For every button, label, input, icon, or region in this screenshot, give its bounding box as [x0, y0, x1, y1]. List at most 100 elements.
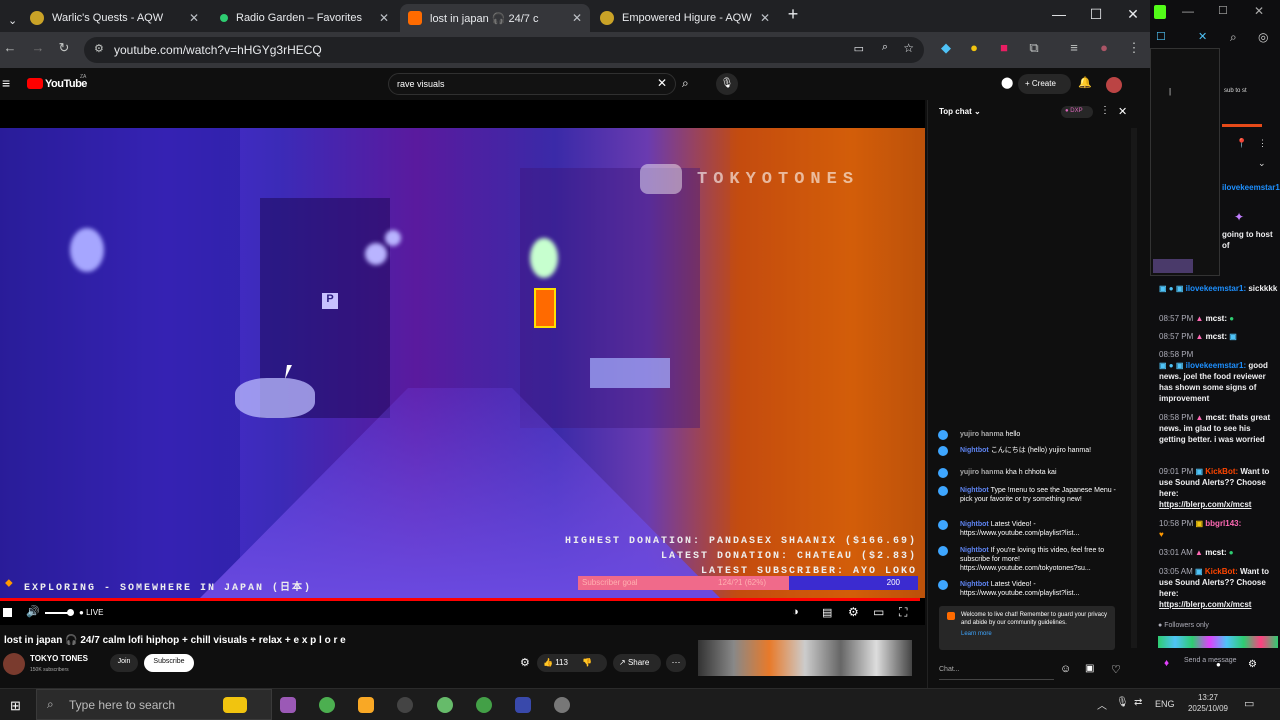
forward-icon[interactable]: →	[28, 40, 48, 55]
emote-bar[interactable]	[1158, 636, 1278, 648]
chrome-icon[interactable]	[319, 697, 335, 713]
chat-user[interactable]: KickBot:	[1205, 567, 1238, 576]
app-icon[interactable]	[515, 697, 531, 713]
send-message-input[interactable]: Send a message	[1184, 657, 1244, 665]
obs-icon[interactable]	[397, 697, 413, 713]
chrome-alt-icon[interactable]	[476, 697, 492, 713]
notifications-bell-icon[interactable]: 🔔	[1078, 76, 1092, 89]
thumbs-down-icon[interactable]: 👎	[582, 658, 592, 667]
window-icon[interactable]: ☐	[1156, 30, 1166, 43]
address-bar[interactable]: ⚙ youtube.com/watch?v=hHGYg3rHECQ ▭ ⌕ ☆	[84, 37, 924, 63]
chat-user[interactable]: KickBot:	[1205, 467, 1238, 476]
chat-author[interactable]: yujiro hanma	[960, 431, 1004, 438]
video-popout[interactable]: |	[1150, 48, 1220, 276]
tab-empowered-higure[interactable]: Empowered Higure - AQW ✕	[592, 4, 778, 32]
settings-icon[interactable]: ⚙	[1248, 659, 1257, 670]
chat-link[interactable]: https://blerp.com/x/mcst	[1159, 600, 1251, 609]
pause-icon[interactable]: |	[1169, 87, 1171, 96]
join-button[interactable]: Join	[110, 654, 138, 672]
heart-icon[interactable]: ♡	[1111, 663, 1121, 676]
zoom-icon[interactable]: ⌕	[882, 41, 888, 54]
chat-user[interactable]: mcst:	[1206, 332, 1227, 341]
minimize-icon[interactable]: —	[1182, 4, 1194, 18]
close-tab-icon[interactable]: ✕	[189, 11, 199, 25]
extension-icon[interactable]: ◆	[936, 40, 956, 56]
autoplay-toggle-icon[interactable]: ◑	[792, 606, 799, 618]
pin-icon[interactable]: 📍	[1236, 138, 1247, 149]
learn-more-link[interactable]: Learn more	[961, 630, 1109, 638]
video-player[interactable]: P TOKYOTONES HIGHEST DONATION: PANDASEX …	[0, 100, 925, 625]
app-icon[interactable]	[437, 697, 453, 713]
tab-radio-garden[interactable]: Radio Garden – Favorites ✕	[212, 4, 397, 32]
send-icon[interactable]: ●	[1216, 660, 1221, 669]
chat-author[interactable]: Nightbot	[960, 487, 989, 494]
chat-user[interactable]: mcst:	[1206, 413, 1227, 422]
app-icon[interactable]	[554, 697, 570, 713]
create-button[interactable]: + Create	[1018, 74, 1071, 94]
browser-menu-icon[interactable]: ⋮	[1124, 40, 1144, 56]
search-input[interactable]: rave visuals	[388, 73, 676, 95]
minimize-icon[interactable]: —	[1044, 6, 1074, 22]
media-control-icon[interactable]: ≡	[1064, 40, 1084, 55]
channel-name[interactable]: TOKYO TONES	[30, 654, 88, 663]
close-tab-icon[interactable]: ✕	[760, 11, 770, 25]
close-window-icon[interactable]: ✕	[1118, 6, 1148, 23]
extension-icon[interactable]: ●	[964, 40, 984, 55]
account-avatar[interactable]	[1106, 77, 1122, 93]
close-window-icon[interactable]: ✕	[1254, 4, 1264, 18]
theater-mode-icon[interactable]: ▭	[873, 605, 884, 619]
emoji-icon[interactable]: ☺	[1060, 663, 1071, 675]
top-chat-dropdown[interactable]: Top chat ⌄	[939, 107, 981, 116]
fullscreen-icon[interactable]: ⛶	[899, 605, 907, 620]
progress-bar[interactable]	[0, 598, 920, 601]
search-icon[interactable]: ⌕	[682, 76, 689, 91]
clip-icon[interactable]: ⚙	[520, 656, 530, 669]
file-explorer-icon[interactable]	[358, 697, 374, 713]
reload-icon[interactable]: ↻	[54, 40, 74, 56]
stop-icon[interactable]	[3, 608, 12, 617]
chat-author[interactable]: yujiro hanma	[960, 469, 1004, 476]
extensions-puzzle-icon[interactable]: ⧉	[1024, 40, 1044, 56]
more-actions-icon[interactable]: ⋯	[666, 654, 686, 672]
search-highlight-icon[interactable]	[223, 697, 247, 713]
close-tab-icon[interactable]: ✕	[572, 11, 582, 25]
extension-icon[interactable]: ■	[994, 40, 1014, 55]
volume-handle[interactable]	[67, 609, 74, 616]
chat-user[interactable]: bbgrl143:	[1205, 519, 1241, 528]
tab-search-button[interactable]: ⌄	[0, 6, 22, 34]
volume-icon[interactable]: 🔊	[26, 605, 40, 618]
chat-user[interactable]: mcst:	[1206, 314, 1227, 323]
chat-input[interactable]: Chat...	[939, 660, 1054, 680]
hide-eye-icon[interactable]: ◎	[1258, 30, 1268, 44]
gamepad-icon[interactable]: ⬤	[1001, 76, 1013, 89]
chat-author[interactable]: Nightbot	[960, 581, 989, 588]
chat-user[interactable]: ilovekeemstar1:	[1186, 361, 1246, 370]
windows-start-icon[interactable]: ⊞	[10, 698, 21, 714]
chat-user[interactable]: ilovekeemstar1:	[1186, 284, 1246, 293]
tab-warlics-quests[interactable]: Warlic's Quests - AQW ✕	[22, 4, 207, 32]
maximize-icon[interactable]: ☐	[1081, 6, 1111, 23]
zoom-icon[interactable]: ⌕	[1230, 30, 1237, 45]
tab-lost-in-japan[interactable]: lost in japan 🎧 24/7 c ✕	[400, 4, 590, 32]
chat-author[interactable]: Nightbot	[960, 521, 989, 528]
chat-user[interactable]: ilovekeemstar1:	[1222, 183, 1280, 192]
more-icon[interactable]: ⋮	[1258, 138, 1267, 149]
chat-scrollbar[interactable]	[1131, 128, 1137, 648]
profile-avatar-icon[interactable]: ●	[1094, 40, 1114, 55]
close-icon[interactable]: ✕	[1198, 30, 1207, 43]
chat-options-icon[interactable]: ⋮	[1100, 105, 1110, 116]
clear-search-icon[interactable]: ✕	[657, 76, 667, 90]
chat-author[interactable]: Nightbot	[960, 447, 989, 454]
channel-avatar[interactable]	[3, 653, 25, 675]
merch-shelf-image[interactable]	[698, 640, 912, 676]
site-info-icon[interactable]: ⚙	[94, 42, 104, 55]
new-tab-button[interactable]: +	[778, 4, 808, 25]
kick-logo-icon[interactable]	[1154, 5, 1166, 19]
notification-center-icon[interactable]: ▭	[1244, 697, 1254, 710]
install-icon[interactable]: ▭	[854, 42, 864, 55]
dxp-badge[interactable]: ● DXP	[1061, 106, 1093, 118]
microphone-icon[interactable]: 🎙	[1116, 697, 1129, 708]
language-indicator[interactable]: ENG	[1155, 699, 1175, 709]
maximize-icon[interactable]: ☐	[1218, 4, 1228, 17]
live-badge[interactable]: ● LIVE	[79, 608, 103, 617]
